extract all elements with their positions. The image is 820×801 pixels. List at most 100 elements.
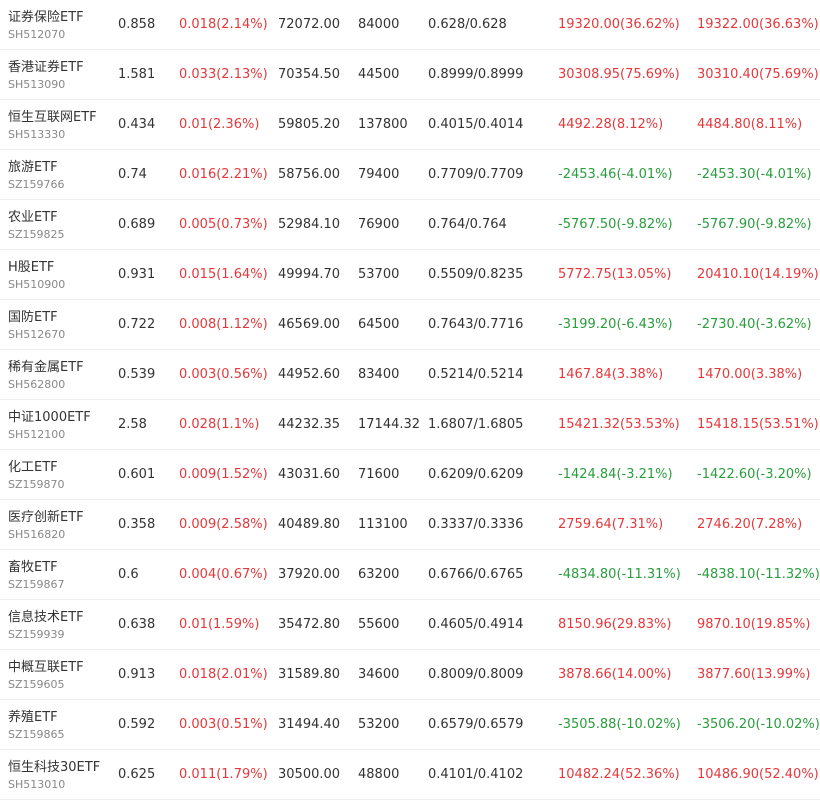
table-row[interactable]: 中证1000ETF SH512100 2.58 0.028(1.1%) 4423… [0,400,820,450]
etf-name[interactable]: 稀有金属ETF [8,356,84,375]
etf-name[interactable]: 医疗创新ETF [8,506,84,525]
profit-loss-total-cell: 15418.15(53.51%) [697,417,819,432]
etf-code: SH562800 [8,378,66,391]
profit-loss-total-cell: 10486.90(52.40%) [697,767,819,782]
etf-name[interactable]: 证券保险ETF [8,6,84,25]
bid-ask-cell: 0.6579/0.6579 [428,717,524,732]
profit-loss-total-cell: -3506.20(-10.02%) [697,717,820,732]
table-row[interactable]: 化工ETF SZ159870 0.601 0.009(1.52%) 43031.… [0,450,820,500]
etf-code: SZ159939 [8,628,65,641]
profit-loss-cell: 30308.95(75.69%) [558,67,680,82]
volume-cell: 64500 [358,317,400,332]
profit-loss-cell: -5767.50(-9.82%) [558,217,673,232]
etf-holdings-table: 证券保险ETF SH512070 0.858 0.018(2.14%) 7207… [0,0,820,800]
etf-name[interactable]: 信息技术ETF [8,606,84,625]
etf-name[interactable]: 中概互联ETF [8,656,84,675]
amount-cell: 46569.00 [278,317,341,332]
profit-loss-total-cell: -2453.30(-4.01%) [697,167,812,182]
etf-code: SZ159766 [8,178,65,191]
etf-name-cell: 化工ETF SZ159870 [8,450,113,499]
profit-loss-total-cell: 19322.00(36.63%) [697,17,819,32]
profit-loss-total-cell: -2730.40(-3.62%) [697,317,812,332]
etf-name[interactable]: 农业ETF [8,206,58,225]
price-cell: 0.539 [118,367,156,382]
etf-name[interactable]: 畜牧ETF [8,556,58,575]
price-cell: 0.913 [118,667,156,682]
change-cell: 0.018(2.14%) [179,17,268,32]
volume-cell: 137800 [358,117,408,132]
etf-name[interactable]: 旅游ETF [8,156,58,175]
table-row[interactable]: 信息技术ETF SZ159939 0.638 0.01(1.59%) 35472… [0,600,820,650]
change-cell: 0.008(1.12%) [179,317,268,332]
amount-cell: 31494.40 [278,717,341,732]
bid-ask-cell: 0.7643/0.7716 [428,317,524,332]
table-row[interactable]: 国防ETF SH512670 0.722 0.008(1.12%) 46569.… [0,300,820,350]
etf-code: SH516820 [8,528,66,541]
table-row[interactable]: 恒生科技30ETF SH513010 0.625 0.011(1.79%) 30… [0,750,820,800]
amount-cell: 44952.60 [278,367,341,382]
table-row[interactable]: 畜牧ETF SZ159867 0.6 0.004(0.67%) 37920.00… [0,550,820,600]
etf-name[interactable]: 中证1000ETF [8,406,91,425]
etf-name[interactable]: 国防ETF [8,306,58,325]
price-cell: 2.58 [118,417,147,432]
etf-name-cell: 医疗创新ETF SH516820 [8,500,113,549]
amount-cell: 70354.50 [278,67,341,82]
bid-ask-cell: 0.5214/0.5214 [428,367,524,382]
table-row[interactable]: 农业ETF SZ159825 0.689 0.005(0.73%) 52984.… [0,200,820,250]
etf-code: SH512070 [8,28,66,41]
volume-cell: 84000 [358,17,400,32]
etf-name[interactable]: 恒生互联网ETF [8,106,97,125]
change-cell: 0.01(2.36%) [179,117,260,132]
etf-code: SH510900 [8,278,66,291]
table-row[interactable]: 旅游ETF SZ159766 0.74 0.016(2.21%) 58756.0… [0,150,820,200]
change-cell: 0.018(2.01%) [179,667,268,682]
etf-code: SH512100 [8,428,66,441]
etf-name[interactable]: 化工ETF [8,456,58,475]
etf-name-cell: 旅游ETF SZ159766 [8,150,113,199]
table-row[interactable]: 稀有金属ETF SH562800 0.539 0.003(0.56%) 4495… [0,350,820,400]
table-row[interactable]: 香港证券ETF SH513090 1.581 0.033(2.13%) 7035… [0,50,820,100]
profit-loss-total-cell: -5767.90(-9.82%) [697,217,812,232]
profit-loss-total-cell: 3877.60(13.99%) [697,667,811,682]
etf-name-cell: 国防ETF SH512670 [8,300,113,349]
price-cell: 0.601 [118,467,156,482]
amount-cell: 72072.00 [278,17,341,32]
price-cell: 0.74 [118,167,147,182]
amount-cell: 52984.10 [278,217,341,232]
price-cell: 0.858 [118,17,156,32]
table-row[interactable]: H股ETF SH510900 0.931 0.015(1.64%) 49994.… [0,250,820,300]
etf-code: SZ159867 [8,578,65,591]
table-row[interactable]: 恒生互联网ETF SH513330 0.434 0.01(2.36%) 5980… [0,100,820,150]
bid-ask-cell: 0.8009/0.8009 [428,667,524,682]
profit-loss-cell: 2759.64(7.31%) [558,517,664,532]
table-row[interactable]: 医疗创新ETF SH516820 0.358 0.009(2.58%) 4048… [0,500,820,550]
etf-name[interactable]: H股ETF [8,256,54,275]
table-row[interactable]: 中概互联ETF SZ159605 0.913 0.018(2.01%) 3158… [0,650,820,700]
etf-code: SH513090 [8,78,66,91]
etf-name[interactable]: 香港证券ETF [8,56,84,75]
etf-name[interactable]: 恒生科技30ETF [8,756,100,775]
profit-loss-cell: -4834.80(-11.31%) [558,567,681,582]
profit-loss-cell: 1467.84(3.38%) [558,367,664,382]
table-row[interactable]: 养殖ETF SZ159865 0.592 0.003(0.51%) 31494.… [0,700,820,750]
etf-name-cell: 恒生科技30ETF SH513010 [8,750,113,799]
profit-loss-cell: 15421.32(53.53%) [558,417,680,432]
change-cell: 0.033(2.13%) [179,67,268,82]
price-cell: 0.6 [118,567,139,582]
profit-loss-total-cell: 30310.40(75.69%) [697,67,819,82]
profit-loss-total-cell: 9870.10(19.85%) [697,617,811,632]
volume-cell: 63200 [358,567,400,582]
profit-loss-total-cell: 4484.80(8.11%) [697,117,803,132]
table-row[interactable]: 证券保险ETF SH512070 0.858 0.018(2.14%) 7207… [0,0,820,50]
amount-cell: 30500.00 [278,767,341,782]
etf-code: SZ159825 [8,228,65,241]
change-cell: 0.005(0.73%) [179,217,268,232]
bid-ask-cell: 0.6209/0.6209 [428,467,524,482]
etf-name[interactable]: 养殖ETF [8,706,58,725]
profit-loss-cell: 5772.75(13.05%) [558,267,672,282]
etf-name-cell: 稀有金属ETF SH562800 [8,350,113,399]
price-cell: 0.931 [118,267,156,282]
etf-name-cell: 香港证券ETF SH513090 [8,50,113,99]
amount-cell: 37920.00 [278,567,341,582]
etf-name-cell: 证券保险ETF SH512070 [8,0,113,49]
